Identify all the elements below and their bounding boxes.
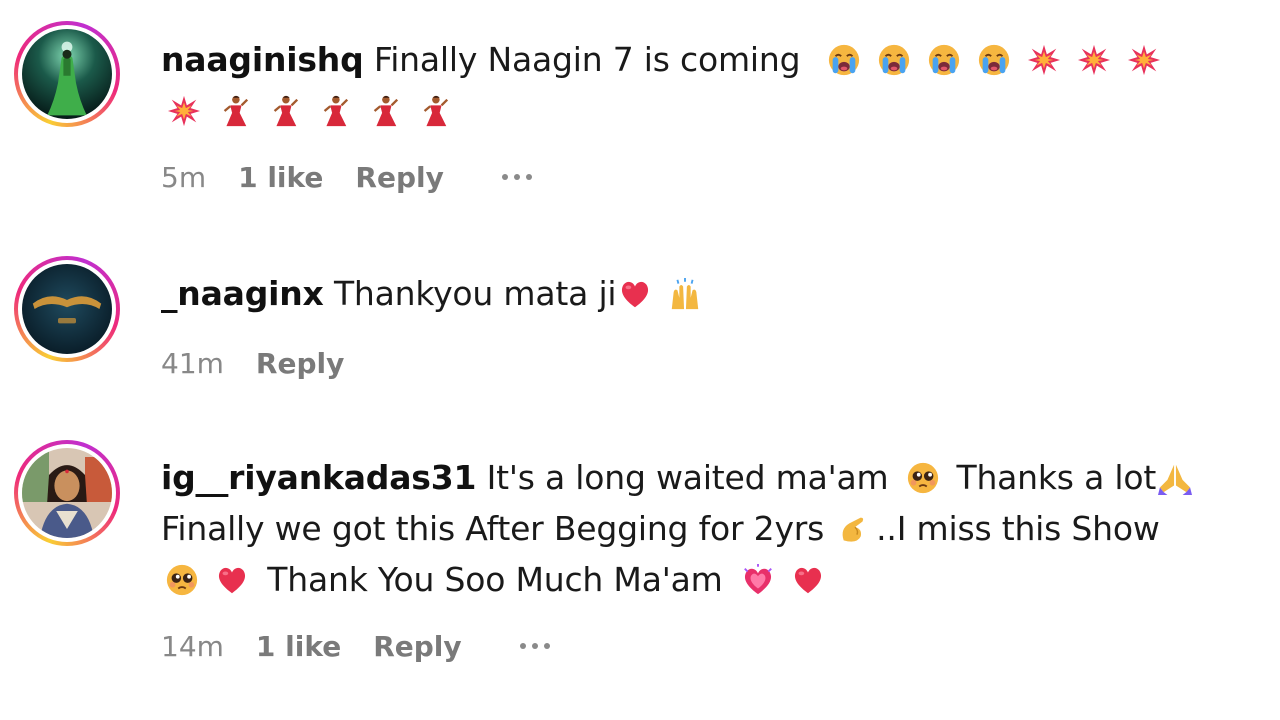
woman-dancing-icon xyxy=(367,94,401,128)
comment-body-part: It's a long waited ma'am xyxy=(486,458,889,497)
reply-button[interactable]: Reply xyxy=(355,161,443,194)
comment-body: Finally Naagin 7 is coming xyxy=(373,40,801,79)
collision-icon xyxy=(167,94,201,128)
comment-username[interactable]: _naaginx xyxy=(161,274,324,313)
pleading-face-icon xyxy=(165,563,199,597)
woman-dancing-icon xyxy=(217,94,251,128)
comment-body-part: Thank You Soo Much Ma'am xyxy=(267,560,723,599)
raising-hands-icon xyxy=(668,277,702,311)
comment-timestamp: 14m xyxy=(161,629,224,663)
woman-dancing-icon xyxy=(417,94,451,128)
folded-hands-icon xyxy=(1158,461,1192,495)
story-ring[interactable] xyxy=(14,256,120,362)
comment-text: _naaginx Thankyou mata ji xyxy=(161,268,1241,319)
story-ring[interactable] xyxy=(14,21,120,127)
woman-dancing-icon xyxy=(267,94,301,128)
comment-text: ig__riyankadas31 It's a long waited ma'a… xyxy=(161,452,1241,605)
comment-meta: 41m Reply xyxy=(161,343,376,383)
comment-likes[interactable]: 1 like xyxy=(256,630,341,663)
story-ring[interactable] xyxy=(14,440,120,546)
woman-dancing-icon xyxy=(317,94,351,128)
comment-timestamp: 41m xyxy=(161,346,224,380)
collision-icon xyxy=(1127,43,1161,77)
comment-body-part: Thanks a lot xyxy=(956,458,1157,497)
avatar[interactable] xyxy=(22,448,112,538)
growing-heart-icon xyxy=(741,563,775,597)
red-heart-icon xyxy=(215,563,249,597)
comment-text: naaginishq Finally Naagin 7 is coming xyxy=(161,34,1241,136)
red-heart-icon xyxy=(618,277,652,311)
pinching-hand-icon xyxy=(838,512,872,546)
reply-button[interactable]: Reply xyxy=(373,630,461,663)
more-options-icon[interactable] xyxy=(519,643,550,649)
comment-meta: 14m 1 like Reply xyxy=(161,626,582,666)
comment-username[interactable]: naaginishq xyxy=(161,40,364,79)
comment-meta: 5m 1 like Reply xyxy=(161,157,564,197)
comment-username[interactable]: ig__riyankadas31 xyxy=(161,458,476,497)
loudly-crying-face-icon xyxy=(977,43,1011,77)
loudly-crying-face-icon xyxy=(927,43,961,77)
comment-timestamp: 5m xyxy=(161,160,207,194)
loudly-crying-face-icon xyxy=(827,43,861,77)
avatar[interactable] xyxy=(22,29,112,119)
red-heart-icon xyxy=(791,563,825,597)
collision-icon xyxy=(1077,43,1111,77)
pleading-face-icon xyxy=(906,461,940,495)
more-options-icon[interactable] xyxy=(501,174,532,180)
comment-body-part: Finally we got this After Begging for 2y… xyxy=(161,509,825,548)
loudly-crying-face-icon xyxy=(877,43,911,77)
comment-body: Thankyou mata ji xyxy=(333,274,617,313)
collision-icon xyxy=(1027,43,1061,77)
avatar[interactable] xyxy=(22,264,112,354)
reply-button[interactable]: Reply xyxy=(256,347,344,380)
comment-body-part: ..I miss this Show xyxy=(876,509,1160,548)
comment-likes[interactable]: 1 like xyxy=(238,161,323,194)
